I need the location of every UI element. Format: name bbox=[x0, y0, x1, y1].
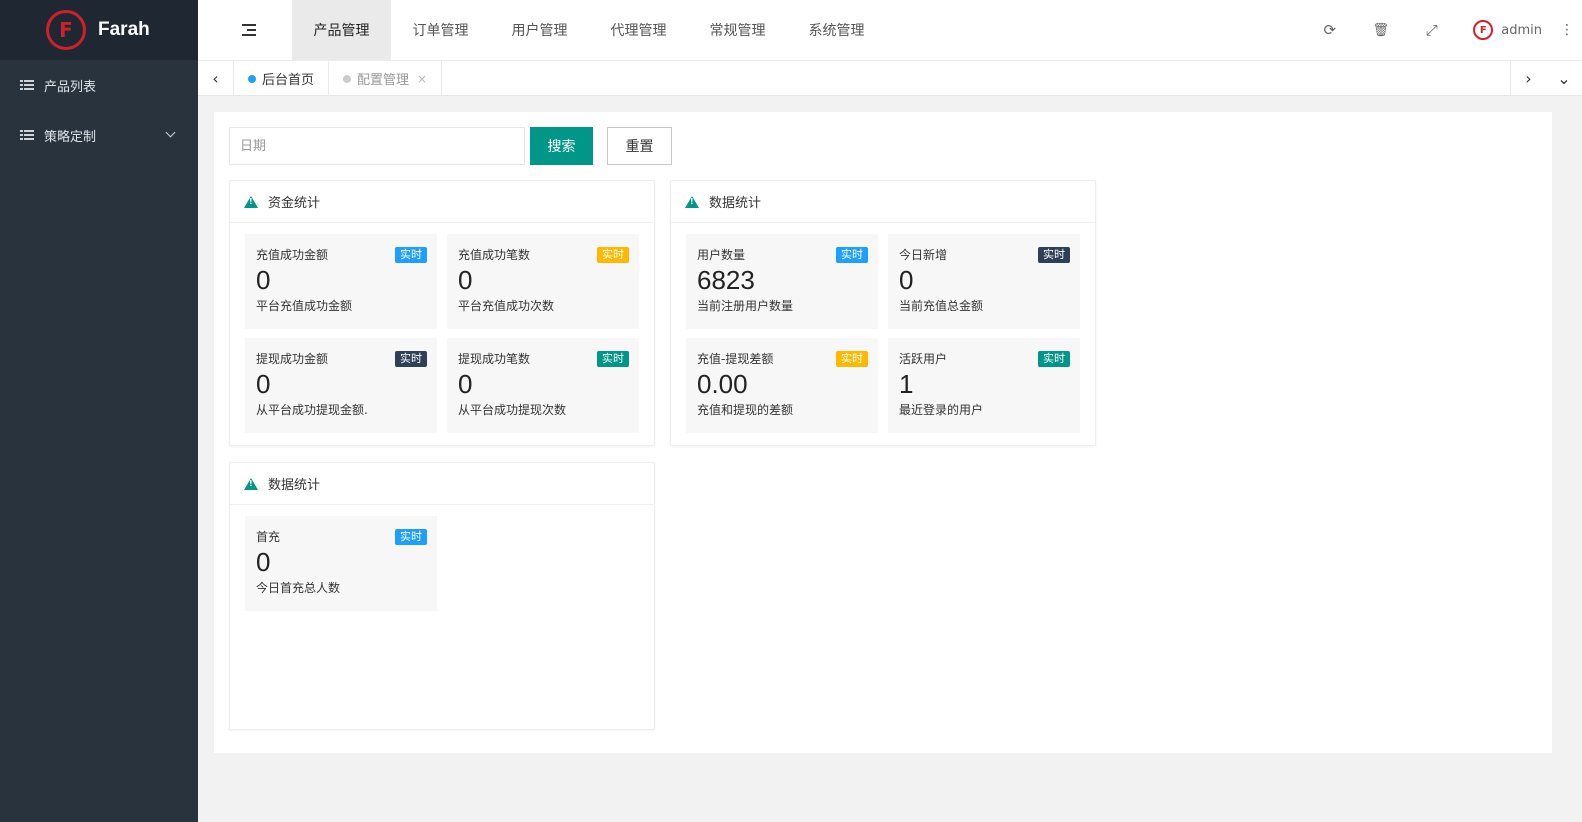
stat-value: 0 bbox=[458, 369, 473, 399]
trash-icon[interactable]: 🗑 bbox=[1355, 0, 1406, 60]
stat-box: 充值成功金额 实时 0 平台充值成功金额 bbox=[245, 234, 437, 329]
sidebar: F Farah 产品列表 策略定制 bbox=[0, 0, 198, 822]
stat-value: 0 bbox=[458, 265, 473, 295]
page-tab-dashboard[interactable]: 后台首页 bbox=[234, 61, 330, 96]
search-button[interactable]: 搜索 bbox=[530, 127, 593, 165]
stat-desc: 从平台成功提现金额. bbox=[256, 403, 368, 417]
stat-value: 0.00 bbox=[697, 369, 748, 399]
sidebar-item-product-list[interactable]: 产品列表 bbox=[0, 60, 198, 110]
stat-desc: 平台充值成功次数 bbox=[458, 299, 555, 313]
page-tab-config[interactable]: 配置管理 × bbox=[329, 61, 443, 96]
stat-desc: 从平台成功提现次数 bbox=[458, 403, 567, 417]
sidebar-item-strategy[interactable]: 策略定制 bbox=[0, 110, 198, 160]
card-title: 数据统计 bbox=[268, 478, 321, 493]
tab-menu-chevron-down-icon[interactable]: ⌄ bbox=[1546, 61, 1582, 96]
sidebar-item-label: 产品列表 bbox=[44, 79, 97, 95]
stat-value: 0 bbox=[256, 369, 271, 399]
warning-icon bbox=[244, 195, 258, 208]
user-name: admin bbox=[1501, 22, 1542, 38]
stat-value: 0 bbox=[256, 547, 271, 577]
stat-value: 0 bbox=[899, 265, 914, 295]
realtime-badge: 实时 bbox=[597, 351, 629, 367]
page-tab-label: 后台首页 bbox=[262, 73, 315, 88]
brand-logo-icon: F bbox=[46, 10, 86, 50]
stat-desc: 今日首充总人数 bbox=[256, 581, 341, 595]
list-icon bbox=[20, 129, 34, 141]
menu-toggle-icon[interactable] bbox=[242, 24, 256, 36]
top-nav: 产品管理 订单管理 用户管理 代理管理 常规管理 系统管理 bbox=[292, 0, 886, 60]
realtime-badge: 实时 bbox=[597, 247, 629, 263]
realtime-badge: 实时 bbox=[1038, 247, 1070, 263]
warning-icon bbox=[685, 195, 699, 208]
tab-general-management[interactable]: 常规管理 bbox=[688, 0, 787, 60]
stat-box: 今日新增 实时 0 当前充值总金额 bbox=[888, 234, 1080, 329]
stat-value: 1 bbox=[899, 369, 914, 399]
card-title: 资金统计 bbox=[268, 196, 321, 211]
data-stats-card: 数据统计 用户数量 实时 6823 当前注册用户数量 今日新增 实时 0 当前充… bbox=[670, 180, 1096, 446]
stat-box: 用户数量 实时 6823 当前注册用户数量 bbox=[686, 234, 878, 329]
card-header: 资金统计 bbox=[230, 181, 654, 223]
card-title: 数据统计 bbox=[709, 196, 762, 211]
tab-order-management[interactable]: 订单管理 bbox=[391, 0, 490, 60]
stat-desc: 当前注册用户数量 bbox=[697, 299, 794, 313]
tab-user-management[interactable]: 用户管理 bbox=[490, 0, 589, 60]
tab-system-management[interactable]: 系统管理 bbox=[787, 0, 886, 60]
stat-desc: 充值和提现的差额 bbox=[697, 403, 794, 417]
tab-scroll-right-icon[interactable]: › bbox=[1510, 61, 1546, 96]
stat-box: 充值成功笔数 实时 0 平台充值成功次数 bbox=[447, 234, 639, 329]
header-tools: ⟳ 🗑 ⤢ F admin ⋮ bbox=[1304, 0, 1582, 60]
avatar: F bbox=[1473, 20, 1494, 40]
card-header: 数据统计 bbox=[671, 181, 1095, 223]
stat-desc: 平台充值成功金额 bbox=[256, 299, 353, 313]
realtime-badge: 实时 bbox=[836, 247, 868, 263]
tab-status-dot bbox=[248, 74, 256, 83]
warning-icon bbox=[244, 477, 258, 490]
stat-value: 0 bbox=[256, 265, 271, 295]
brand-name: Farah bbox=[98, 19, 150, 40]
realtime-badge: 实时 bbox=[1038, 351, 1070, 367]
realtime-badge: 实时 bbox=[395, 529, 427, 545]
stat-desc: 当前充值总金额 bbox=[899, 299, 984, 313]
refresh-icon[interactable]: ⟳ bbox=[1304, 0, 1355, 60]
tab-product-management[interactable]: 产品管理 bbox=[292, 0, 391, 60]
user-menu[interactable]: F admin bbox=[1457, 20, 1552, 40]
stat-box: 首充 实时 0 今日首充总人数 bbox=[245, 516, 437, 611]
realtime-badge: 实时 bbox=[395, 351, 427, 367]
stat-box: 活跃用户 实时 1 最近登录的用户 bbox=[888, 338, 1080, 433]
realtime-badge: 实时 bbox=[395, 247, 427, 263]
stat-value: 6823 bbox=[697, 265, 755, 295]
fullscreen-icon[interactable]: ⤢ bbox=[1406, 0, 1457, 60]
tab-agent-management[interactable]: 代理管理 bbox=[589, 0, 688, 60]
tab-status-dot bbox=[343, 74, 352, 83]
list-icon bbox=[20, 79, 34, 91]
realtime-badge: 实时 bbox=[836, 351, 868, 367]
more-options-icon[interactable]: ⋮ bbox=[1552, 22, 1582, 38]
chevron-down-icon bbox=[165, 127, 176, 138]
reset-button[interactable]: 重置 bbox=[607, 127, 672, 165]
stat-box: 提现成功金额 实时 0 从平台成功提现金额. bbox=[245, 338, 437, 433]
sidebar-item-label: 策略定制 bbox=[44, 129, 97, 145]
page-tabs: 后台首页 配置管理 × bbox=[234, 61, 443, 96]
card-header: 数据统计 bbox=[230, 463, 654, 505]
close-icon[interactable]: × bbox=[417, 72, 427, 86]
search-form: 搜索 重置 bbox=[229, 127, 672, 165]
main-panel: 搜索 重置 资金统计 充值成功金额 实时 0 平台充值成功金额 充值成功笔数 实… bbox=[214, 112, 1552, 753]
stat-desc: 最近登录的用户 bbox=[899, 403, 984, 417]
stat-box: 提现成功笔数 实时 0 从平台成功提现次数 bbox=[447, 338, 639, 433]
stat-box: 充值-提现差额 实时 0.00 充值和提现的差额 bbox=[686, 338, 878, 433]
date-input[interactable] bbox=[229, 127, 525, 165]
fund-stats-card: 资金统计 充值成功金额 实时 0 平台充值成功金额 充值成功笔数 实时 0 平台… bbox=[229, 180, 655, 446]
top-header: 产品管理 订单管理 用户管理 代理管理 常规管理 系统管理 ⟳ 🗑 ⤢ F ad… bbox=[198, 0, 1582, 60]
page-tabstrip: ‹ 后台首页 配置管理 × › ⌄ bbox=[198, 60, 1582, 96]
first-recharge-card: 数据统计 首充 实时 0 今日首充总人数 bbox=[229, 462, 655, 730]
page-tab-label: 配置管理 bbox=[357, 73, 410, 88]
tab-scroll-left-icon[interactable]: ‹ bbox=[198, 61, 234, 96]
logo-bar[interactable]: F Farah bbox=[0, 0, 198, 60]
